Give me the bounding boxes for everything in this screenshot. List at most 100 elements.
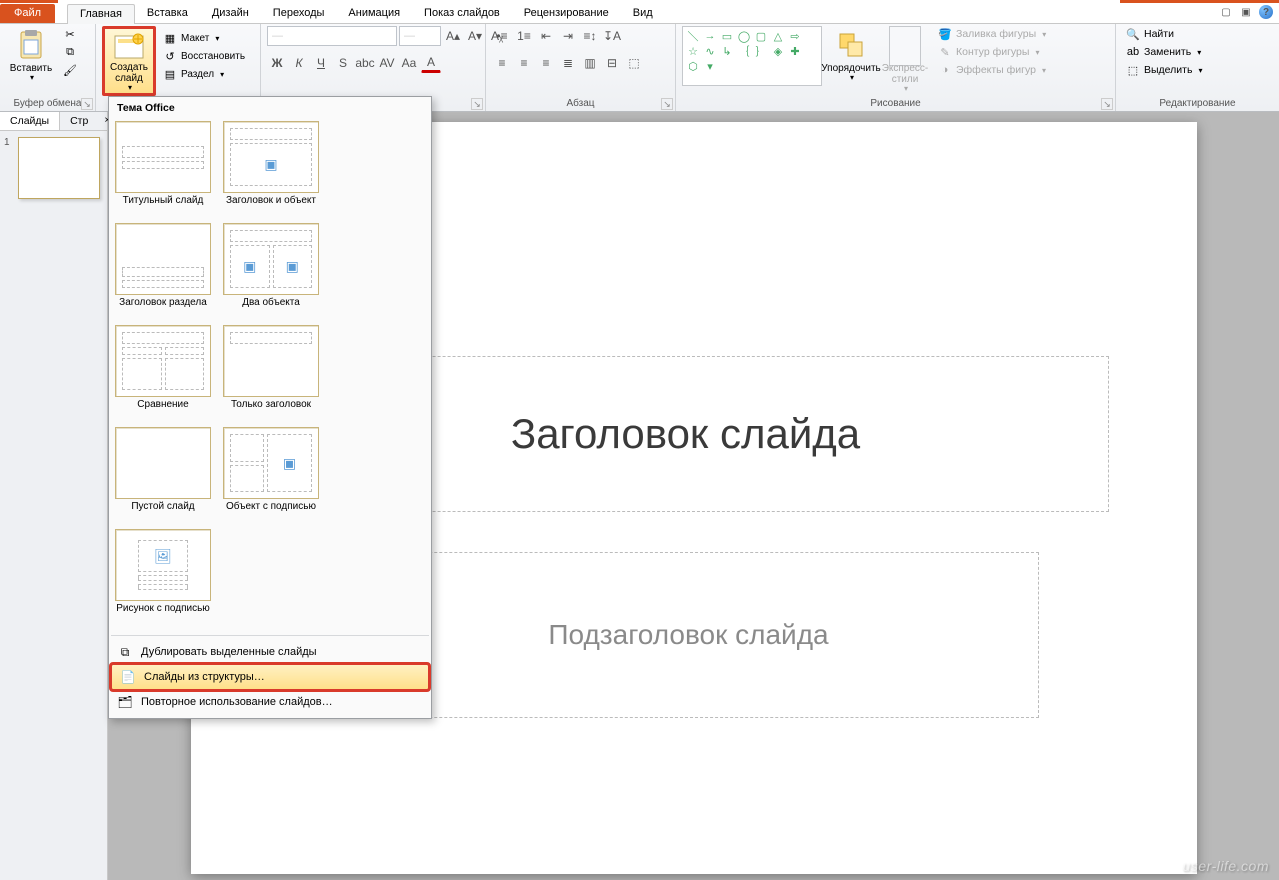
side-tab-outline[interactable]: Стр — [60, 112, 98, 130]
section-button[interactable]: ▤Раздел▾ — [160, 66, 248, 82]
find-button[interactable]: 🔍Найти — [1122, 26, 1206, 42]
shape-ellipse-icon[interactable]: ◯ — [736, 29, 752, 43]
shape-rect-icon[interactable]: ▭ — [719, 29, 735, 43]
inc-indent-icon[interactable]: ⇥ — [558, 26, 578, 46]
menu-reuse-slides[interactable]: 🗂 Повторное использование слайдов… — [109, 690, 431, 714]
bold-icon[interactable]: Ж — [267, 53, 287, 73]
shape-rrect-icon[interactable]: ▢ — [753, 29, 769, 43]
shape-curve-icon[interactable]: ∿ — [702, 44, 718, 58]
paragraph-launcher[interactable]: ↘ — [661, 98, 673, 110]
tab-view[interactable]: Вид — [621, 4, 665, 23]
help-icon[interactable]: ? — [1259, 5, 1273, 19]
cut-button[interactable]: ✂ — [60, 26, 80, 42]
strike-icon[interactable]: S — [333, 53, 353, 73]
shrink-font-icon[interactable]: A▾ — [465, 26, 485, 46]
numbering-icon[interactable]: 1≡ — [514, 26, 534, 46]
shapes-gallery[interactable]: ＼→▭◯▢△⇨ ☆ ∿↳｛｝◈✚ ⬡▾ — [682, 26, 822, 86]
layout-comparison[interactable]: Сравнение — [115, 325, 211, 421]
underline-icon[interactable]: Ч — [311, 53, 331, 73]
bullets-icon[interactable]: •≡ — [492, 26, 512, 46]
copy-button[interactable]: ⧉ — [60, 44, 80, 60]
paste-button[interactable]: Вставить ▾ — [6, 26, 56, 92]
tab-slideshow[interactable]: Показ слайдов — [412, 4, 512, 23]
side-tab-slides[interactable]: Слайды — [0, 112, 60, 130]
drawing-launcher[interactable]: ↘ — [1101, 98, 1113, 110]
menu-duplicate-slides[interactable]: ⧉ Дублировать выделенные слайды — [109, 640, 431, 664]
line-spacing-icon[interactable]: ≡↕ — [580, 26, 600, 46]
justify-icon[interactable]: ≣ — [558, 53, 578, 73]
shape-star-icon[interactable]: ☆ — [685, 44, 701, 58]
thumb-item[interactable]: 1 — [4, 137, 103, 199]
layout-blank[interactable]: Пустой слайд — [115, 427, 211, 523]
shape-callout-icon[interactable]: ◈ — [770, 44, 786, 58]
shape-effects-button[interactable]: ◑Эффекты фигур▾ — [934, 62, 1050, 78]
align-text-icon[interactable]: ⊟ — [602, 53, 622, 73]
tab-home[interactable]: Главная — [67, 4, 135, 24]
select-button[interactable]: ⬚Выделить▾ — [1122, 62, 1206, 78]
layout-content-caption[interactable]: ▣ Объект с подписью — [223, 427, 319, 523]
slide-thumbnail[interactable] — [18, 137, 100, 199]
shape-plus-icon[interactable]: ✚ — [787, 44, 803, 58]
shape-more-icon[interactable]: ▾ — [702, 59, 718, 73]
font-color-icon[interactable]: A — [421, 53, 441, 73]
layout-two-content[interactable]: ▣▣ Два объекта — [223, 223, 319, 319]
shape-fill-button[interactable]: 🪣Заливка фигуры▾ — [934, 26, 1050, 42]
layout-title-slide[interactable]: Титульный слайд — [115, 121, 211, 217]
font-name-combo[interactable]: — — [267, 26, 397, 46]
text-direction-icon[interactable]: ↧A — [602, 26, 622, 46]
new-slide-icon — [113, 31, 145, 60]
bucket-icon: 🪣 — [938, 27, 952, 41]
replace-button[interactable]: abЗаменить▾ — [1122, 44, 1206, 60]
italic-icon[interactable]: К — [289, 53, 309, 73]
window-restore-icon[interactable]: ▣ — [1239, 5, 1253, 19]
shape-hex-icon[interactable]: ⬡ — [685, 59, 701, 73]
shape-conn-icon[interactable]: ↳ — [719, 44, 735, 58]
tab-review[interactable]: Рецензирование — [512, 4, 621, 23]
minimize-ribbon-icon[interactable]: ▢ — [1219, 5, 1233, 19]
binoculars-icon: 🔍 — [1126, 27, 1140, 41]
shape-arrow-icon[interactable]: → — [702, 29, 718, 43]
clipboard-icon — [15, 29, 47, 61]
shape-brace2-icon[interactable]: ｝ — [753, 44, 769, 58]
arrange-button[interactable]: Упорядочить▾ — [826, 26, 876, 92]
effects-icon: ◑ — [938, 63, 952, 77]
columns-icon[interactable]: ▥ — [580, 53, 600, 73]
layout-section-header[interactable]: Заголовок раздела — [115, 223, 211, 319]
font-size-combo[interactable]: — — [399, 26, 441, 46]
new-slide-button[interactable]: Создать слайд▾ — [102, 26, 156, 96]
font-launcher[interactable]: ↘ — [471, 98, 483, 110]
tab-transitions[interactable]: Переходы — [261, 4, 337, 23]
shape-outline-button[interactable]: ✎Контур фигуры▾ — [934, 44, 1050, 60]
menu-slides-from-outline[interactable]: 📄 Слайды из структуры… — [111, 664, 429, 690]
layout-title-only[interactable]: Только заголовок — [223, 325, 319, 421]
subtitle-placeholder[interactable]: Подзаголовок слайда — [339, 552, 1039, 718]
shape-line-icon[interactable]: ＼ — [685, 29, 701, 43]
smartart-icon[interactable]: ⬚ — [624, 53, 644, 73]
shape-tri-icon[interactable]: △ — [770, 29, 786, 43]
shadow-icon[interactable]: abc — [355, 53, 375, 73]
char-spacing-icon[interactable]: AV — [377, 53, 397, 73]
change-case-icon[interactable]: Aa — [399, 53, 419, 73]
format-painter-button[interactable]: 🖌 — [60, 62, 80, 78]
dec-indent-icon[interactable]: ⇤ — [536, 26, 556, 46]
duplicate-icon: ⧉ — [117, 644, 133, 660]
styles-icon — [889, 29, 921, 61]
align-right-icon[interactable]: ≡ — [536, 53, 556, 73]
clipboard-launcher[interactable]: ↘ — [81, 98, 93, 110]
tab-design[interactable]: Дизайн — [200, 4, 261, 23]
layout-button[interactable]: ▦Макет▾ — [160, 30, 248, 46]
tab-file[interactable]: Файл — [0, 4, 55, 23]
reset-button[interactable]: ↺Восстановить — [160, 48, 248, 64]
side-panel: Слайды Стр × 1 — [0, 112, 108, 880]
shape-arrowr-icon[interactable]: ⇨ — [787, 29, 803, 43]
tab-animation[interactable]: Анимация — [336, 4, 412, 23]
align-left-icon[interactable]: ≡ — [492, 53, 512, 73]
align-center-icon[interactable]: ≡ — [514, 53, 534, 73]
tab-insert[interactable]: Вставка — [135, 4, 200, 23]
shape-brace-icon[interactable]: ｛ — [736, 44, 752, 58]
scissors-icon: ✂ — [63, 27, 77, 41]
grow-font-icon[interactable]: A▴ — [443, 26, 463, 46]
layout-title-content[interactable]: ▣ Заголовок и объект — [223, 121, 319, 217]
layout-picture-caption[interactable]: 🖼 Рисунок с подписью — [115, 529, 211, 625]
quick-styles-button[interactable]: Экспресс-стили▾ — [880, 26, 930, 92]
